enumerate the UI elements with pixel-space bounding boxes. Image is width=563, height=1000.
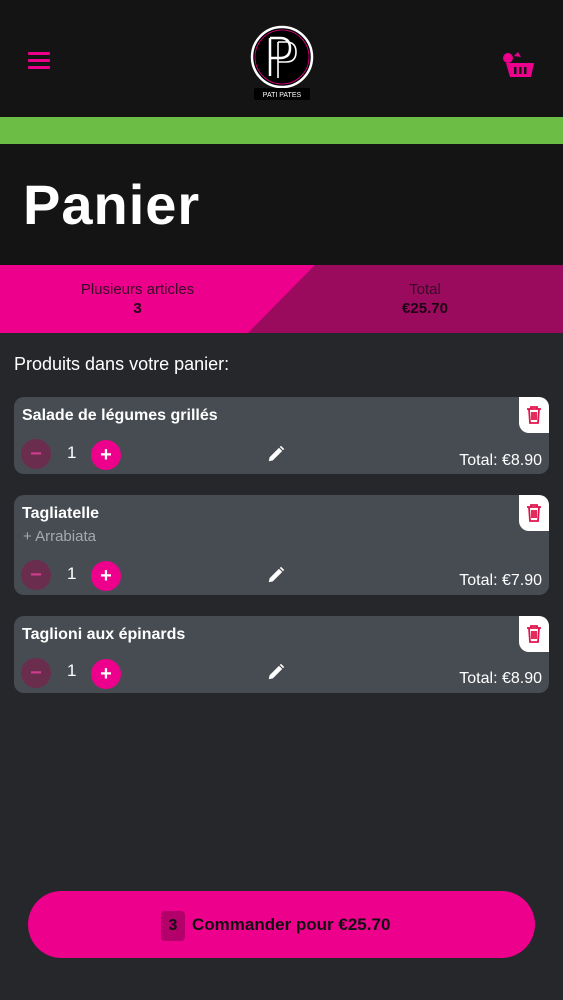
- total-summary: Total €25.70: [345, 281, 505, 317]
- cart-icon[interactable]: [500, 50, 536, 78]
- item-total: Total: €8.90: [459, 670, 542, 687]
- app-header: PATI PATES: [0, 0, 563, 117]
- item-name: Salade de légumes grillés: [22, 407, 218, 424]
- cart-item: Tagliatelle + Arrabiata − 1 + Total: €7.…: [14, 495, 549, 595]
- edit-icon[interactable]: [265, 562, 289, 586]
- page-title: Panier: [23, 173, 201, 236]
- edit-icon[interactable]: [265, 659, 289, 683]
- cart-heading: Produits dans votre panier:: [14, 354, 230, 374]
- decrease-quantity-button[interactable]: −: [21, 658, 51, 688]
- item-name: Taglioni aux épinards: [22, 626, 186, 643]
- increase-quantity-button[interactable]: +: [91, 440, 121, 470]
- item-total: Total: €7.90: [459, 572, 542, 589]
- cart-item: Salade de légumes grillés − 1 + Total: €…: [14, 397, 549, 474]
- checkout-count-badge: 3: [161, 911, 185, 941]
- trash-icon[interactable]: [519, 616, 549, 652]
- logo-text: PATI PATES: [263, 92, 302, 99]
- total-value: €25.70: [402, 300, 448, 317]
- articles-summary: Plusieurs articles 3: [60, 281, 215, 317]
- increase-quantity-button[interactable]: +: [91, 561, 121, 591]
- checkout-button[interactable]: 3 Commander pour €25.70: [28, 891, 535, 958]
- decrease-quantity-button[interactable]: −: [21, 560, 51, 590]
- total-label: Total: [409, 281, 441, 298]
- edit-icon[interactable]: [265, 441, 289, 465]
- articles-label: Plusieurs articles: [80, 281, 195, 298]
- menu-icon[interactable]: [28, 52, 50, 74]
- increase-quantity-button[interactable]: +: [91, 659, 121, 689]
- quantity-value: 1: [67, 443, 77, 462]
- articles-count: 3: [133, 300, 142, 317]
- decrease-quantity-button[interactable]: −: [21, 439, 51, 469]
- trash-icon[interactable]: [519, 397, 549, 433]
- quantity-value: 1: [67, 564, 77, 583]
- cart-item: Taglioni aux épinards − 1 + Total: €8.90: [14, 616, 549, 693]
- trash-icon[interactable]: [519, 495, 549, 531]
- item-name: Tagliatelle: [22, 505, 100, 522]
- cart-summary-banner: Plusieurs articles 3 Total €25.70: [0, 265, 563, 333]
- quantity-value: 1: [67, 661, 77, 680]
- item-option: + Arrabiata: [23, 528, 96, 545]
- green-accent-bar: [0, 117, 563, 144]
- item-total: Total: €8.90: [459, 452, 542, 469]
- logo: PATI PATES: [248, 24, 316, 102]
- checkout-label: Commander pour €25.70: [192, 915, 391, 934]
